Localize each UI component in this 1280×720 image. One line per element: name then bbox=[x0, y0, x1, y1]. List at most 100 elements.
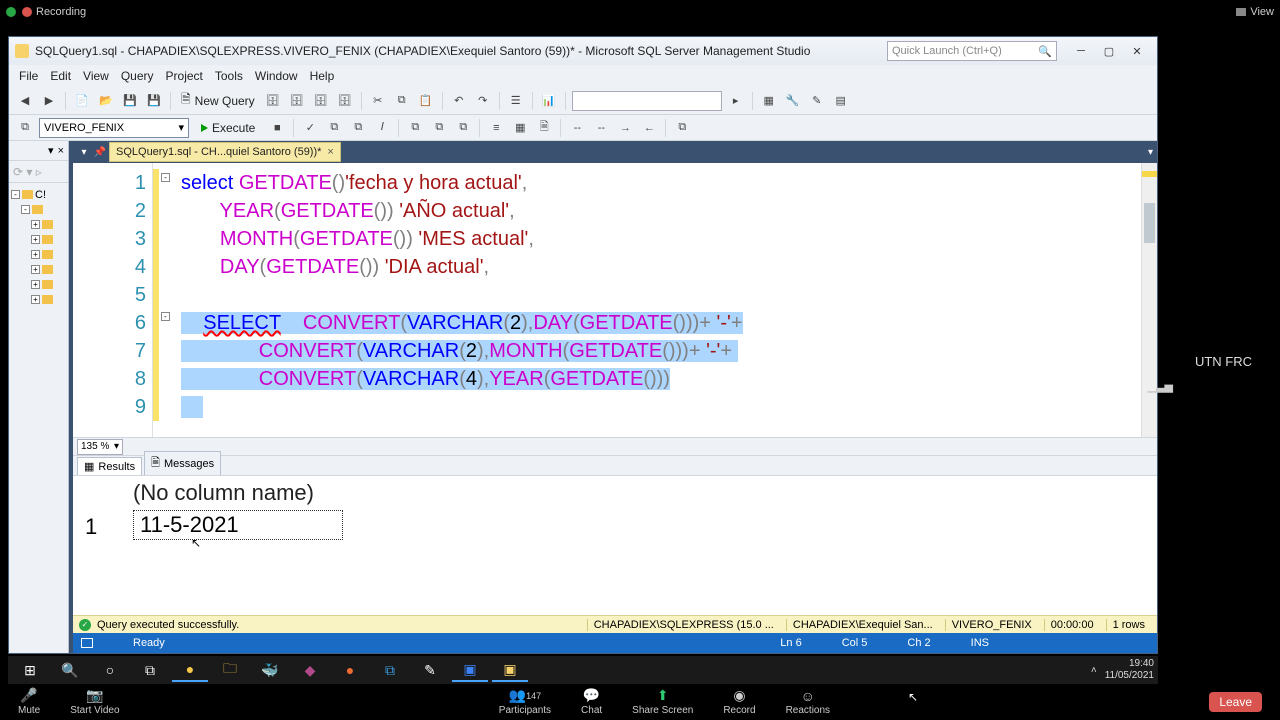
tray-chevron-icon[interactable]: ˄ bbox=[1091, 665, 1097, 676]
db-engine-query-button[interactable]: 🗄 bbox=[263, 91, 283, 111]
menu-query[interactable]: Query bbox=[121, 69, 154, 83]
menu-file[interactable]: File bbox=[19, 69, 38, 83]
sql-editor[interactable]: - - select GETDATE()'fecha y hora actual… bbox=[153, 163, 1141, 437]
results-grid-button[interactable]: ▦ bbox=[510, 118, 530, 138]
chevron-down-icon[interactable]: ▾ bbox=[48, 144, 54, 157]
results-text-button[interactable]: ≡ bbox=[486, 118, 506, 138]
intellisense-button[interactable]: 𝐼 bbox=[372, 118, 392, 138]
client-stats-button[interactable]: ⧉ bbox=[453, 118, 473, 138]
connect-button[interactable]: ⧉ bbox=[15, 118, 35, 138]
vscode-app[interactable]: ⧉ bbox=[372, 658, 408, 682]
tool-b-button[interactable]: 🔧 bbox=[783, 91, 803, 111]
search-button[interactable]: 🔍 bbox=[52, 658, 88, 682]
analysis-button[interactable]: 🗄 bbox=[287, 91, 307, 111]
pin-icon[interactable]: ▾ bbox=[77, 145, 91, 159]
jetbrains-app[interactable]: ◆ bbox=[292, 658, 328, 682]
comment-button[interactable]: -- bbox=[567, 118, 587, 138]
maximize-button[interactable]: ▢ bbox=[1095, 41, 1123, 61]
menu-tools[interactable]: Tools bbox=[215, 69, 243, 83]
start-button[interactable]: ⊞ bbox=[12, 658, 48, 682]
ssms-app[interactable]: ▣ bbox=[492, 658, 528, 682]
properties-button[interactable]: ☰ bbox=[506, 91, 526, 111]
save-all-button[interactable]: 💾 bbox=[144, 91, 164, 111]
database-selector[interactable]: VIVERO_FENIX ▾ bbox=[39, 118, 189, 138]
save-button[interactable]: 💾 bbox=[120, 91, 140, 111]
task-view-button[interactable]: ⧉ bbox=[132, 658, 168, 682]
nav-fwd-button[interactable]: ▶ bbox=[39, 91, 59, 111]
find-go-button[interactable]: ▸ bbox=[726, 91, 746, 111]
copy-button[interactable]: ⧉ bbox=[392, 91, 412, 111]
postman-app[interactable]: ● bbox=[332, 658, 368, 682]
results-file-button[interactable]: 🗎 bbox=[534, 118, 554, 138]
include-plan-button[interactable]: ⧉ bbox=[405, 118, 425, 138]
reactions-button[interactable]: ☺Reactions bbox=[786, 689, 830, 716]
quick-launch-input[interactable]: Quick Launch (Ctrl+Q) 🔍 bbox=[887, 41, 1057, 61]
activity-monitor-button[interactable]: 📊 bbox=[539, 91, 559, 111]
find-input[interactable] bbox=[572, 91, 722, 111]
menu-project[interactable]: Project bbox=[166, 69, 203, 83]
column-header-0[interactable]: (No column name) bbox=[133, 480, 314, 506]
menu-help[interactable]: Help bbox=[310, 69, 335, 83]
cancel-query-button[interactable]: ■ bbox=[267, 118, 287, 138]
menu-window[interactable]: Window bbox=[255, 69, 298, 83]
share-screen-button[interactable]: ⬆Share Screen bbox=[632, 689, 693, 716]
indent-button[interactable]: → bbox=[615, 118, 635, 138]
tab-overflow-icon[interactable]: ▾ bbox=[1148, 147, 1153, 158]
results-grid[interactable]: (No column name) 1 11-5-2021 ↖ bbox=[73, 476, 1157, 615]
fold-toggle-1[interactable]: - bbox=[161, 173, 170, 182]
parse-button[interactable]: ✓ bbox=[300, 118, 320, 138]
dmx-button[interactable]: 🗄 bbox=[335, 91, 355, 111]
participants-button[interactable]: 👥147Participants bbox=[499, 689, 551, 716]
fold-toggle-2[interactable]: - bbox=[161, 312, 170, 321]
tool-d-button[interactable]: ▤ bbox=[831, 91, 851, 111]
specify-values-button[interactable]: ⧉ bbox=[672, 118, 692, 138]
system-tray[interactable]: ˄ 19:40 11/05/2021 bbox=[1091, 658, 1154, 682]
explorer-app[interactable]: 🗀 bbox=[212, 658, 248, 682]
object-explorer[interactable]: ▾× ⟳ ▾ ▹ -C! - + + + + + + bbox=[9, 141, 69, 653]
open-button[interactable]: 📂 bbox=[96, 91, 116, 111]
paste-button[interactable]: 📋 bbox=[416, 91, 436, 111]
uncomment-button[interactable]: -- bbox=[591, 118, 611, 138]
new-query-button[interactable]: 🗎 New Query bbox=[177, 90, 259, 111]
close-icon[interactable]: × bbox=[58, 145, 64, 157]
menu-edit[interactable]: Edit bbox=[50, 69, 71, 83]
cut-button[interactable]: ✂ bbox=[368, 91, 388, 111]
pin-2-icon[interactable]: 📌 bbox=[93, 145, 107, 159]
zoom-view-button[interactable]: View bbox=[1236, 6, 1274, 18]
cortana-button[interactable]: ○ bbox=[92, 658, 128, 682]
outdent-button[interactable]: ← bbox=[639, 118, 659, 138]
query-options-button[interactable]: ⧉ bbox=[348, 118, 368, 138]
chat-button[interactable]: 💬Chat bbox=[581, 689, 602, 716]
docker-app[interactable]: 🐳 bbox=[252, 658, 288, 682]
tool-c-button[interactable]: ✎ bbox=[807, 91, 827, 111]
live-stats-button[interactable]: ⧉ bbox=[429, 118, 449, 138]
whiteboard-app[interactable]: ✎ bbox=[412, 658, 448, 682]
result-cell-0-0[interactable]: 11-5-2021 bbox=[133, 510, 343, 540]
close-tab-icon[interactable]: × bbox=[327, 146, 333, 158]
editor-vertical-scrollbar[interactable] bbox=[1141, 163, 1157, 437]
new-item-button[interactable]: 📄 bbox=[72, 91, 92, 111]
zoom-app[interactable]: ▣ bbox=[452, 658, 488, 682]
close-button[interactable]: ✕ bbox=[1123, 41, 1151, 61]
record-button[interactable]: ◉Record bbox=[723, 689, 755, 716]
minimize-button[interactable]: ─ bbox=[1067, 41, 1095, 61]
tool-a-button[interactable]: ▦ bbox=[759, 91, 779, 111]
undo-button[interactable]: ↶ bbox=[449, 91, 469, 111]
document-tab[interactable]: SQLQuery1.sql - CH...quiel Santoro (59))… bbox=[109, 142, 341, 162]
results-tab[interactable]: ▦Results bbox=[77, 457, 142, 475]
messages-tab[interactable]: 🗎Messages bbox=[144, 451, 221, 475]
estimated-plan-button[interactable]: ⧉ bbox=[324, 118, 344, 138]
execute-button[interactable]: Execute bbox=[193, 121, 263, 135]
chrome-app[interactable]: ● bbox=[172, 658, 208, 682]
mdx-button[interactable]: 🗄 bbox=[311, 91, 331, 111]
leave-button[interactable]: Leave bbox=[1209, 692, 1262, 712]
menu-view[interactable]: View bbox=[83, 69, 109, 83]
start-video-button[interactable]: 📷Start Video bbox=[70, 689, 119, 716]
object-explorer-tree[interactable]: -C! - + + + + + + bbox=[9, 183, 68, 653]
nav-back-button[interactable]: ◀ bbox=[15, 91, 35, 111]
redo-button[interactable]: ↷ bbox=[473, 91, 493, 111]
zoom-level-selector[interactable]: 135 %▾ bbox=[77, 439, 123, 455]
mute-button[interactable]: 🎤Mute bbox=[18, 689, 40, 716]
scrollbar-thumb[interactable] bbox=[1144, 203, 1155, 243]
taskbar-clock[interactable]: 19:40 11/05/2021 bbox=[1105, 658, 1154, 682]
